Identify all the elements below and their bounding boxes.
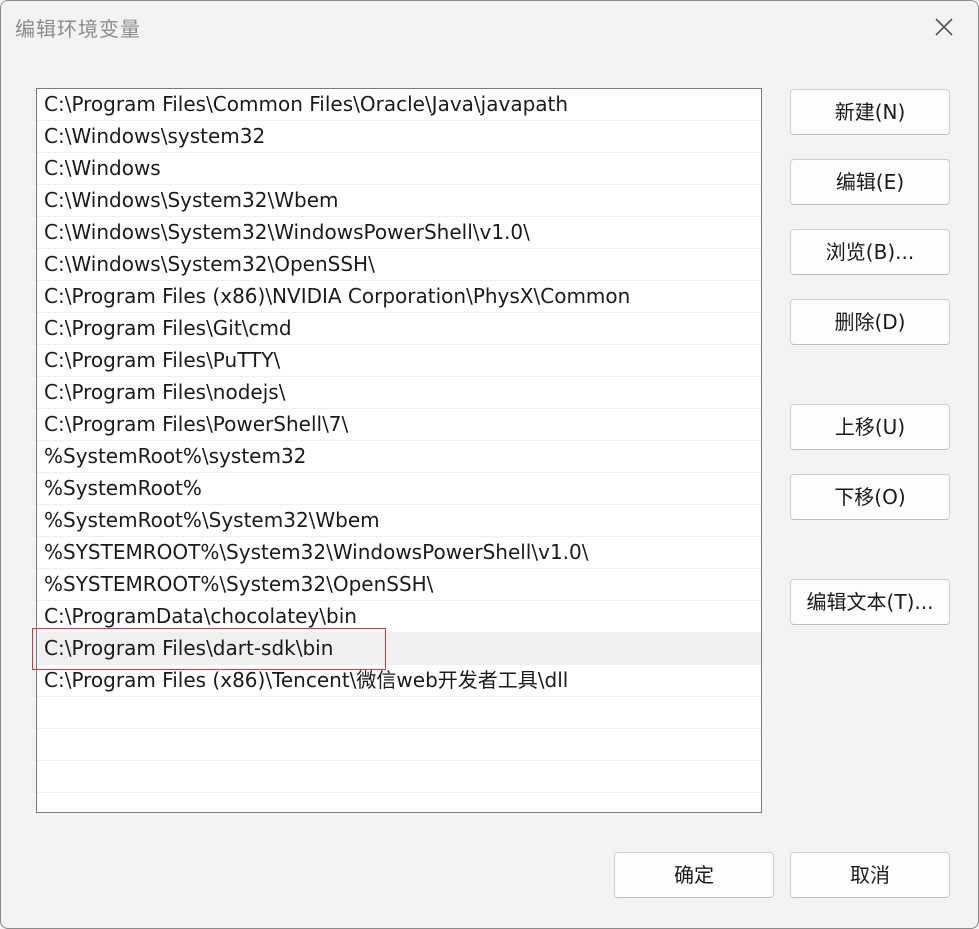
path-list-item[interactable]: C:\Program Files\dart-sdk\bin (37, 633, 761, 665)
close-button[interactable] (924, 10, 964, 44)
path-list-item[interactable]: C:\Windows\System32\WindowsPowerShell\v1… (37, 217, 761, 249)
path-list-item[interactable]: C:\Windows\system32 (37, 121, 761, 153)
path-list[interactable]: C:\Program Files\Common Files\Oracle\Jav… (36, 88, 762, 813)
edit-button[interactable]: 编辑(E) (790, 159, 950, 205)
path-list-item[interactable]: %SystemRoot% (37, 473, 761, 505)
path-list-item[interactable]: %SYSTEMROOT%\System32\OpenSSH\ (37, 569, 761, 601)
edit-env-variable-dialog: 编辑环境变量 C:\Program Files\Common Files\Ora… (0, 0, 979, 929)
path-list-item[interactable]: C:\Program Files\PowerShell\7\ (37, 409, 761, 441)
close-icon (935, 18, 953, 36)
cancel-button[interactable]: 取消 (790, 852, 950, 898)
dialog-title: 编辑环境变量 (15, 17, 141, 41)
path-list-empty-row[interactable] (37, 729, 761, 761)
browse-button[interactable]: 浏览(B)... (790, 229, 950, 275)
path-list-item[interactable]: C:\Windows\System32\OpenSSH\ (37, 249, 761, 281)
path-list-item[interactable]: C:\Program Files\nodejs\ (37, 377, 761, 409)
path-list-item[interactable]: C:\Program Files\Common Files\Oracle\Jav… (37, 89, 761, 121)
move-down-button[interactable]: 下移(O) (790, 474, 950, 520)
title-bar: 编辑环境变量 (1, 1, 978, 53)
path-list-item[interactable]: C:\Windows\System32\Wbem (37, 185, 761, 217)
move-up-button[interactable]: 上移(U) (790, 404, 950, 450)
path-list-item[interactable]: %SystemRoot%\System32\Wbem (37, 505, 761, 537)
path-list-empty-row[interactable] (37, 697, 761, 729)
new-button[interactable]: 新建(N) (790, 89, 950, 135)
path-list-item[interactable]: C:\Windows (37, 153, 761, 185)
path-list-item[interactable]: C:\Program Files\Git\cmd (37, 313, 761, 345)
edit-text-button[interactable]: 编辑文本(T)... (790, 579, 950, 625)
path-list-item[interactable]: C:\Program Files (x86)\NVIDIA Corporatio… (37, 281, 761, 313)
path-list-item[interactable]: C:\Program Files (x86)\Tencent\微信web开发者工… (37, 665, 761, 697)
path-list-item[interactable]: C:\Program Files\PuTTY\ (37, 345, 761, 377)
ok-button[interactable]: 确定 (614, 852, 774, 898)
delete-button[interactable]: 删除(D) (790, 299, 950, 345)
path-list-empty-row[interactable] (37, 761, 761, 793)
path-list-item[interactable]: %SYSTEMROOT%\System32\WindowsPowerShell\… (37, 537, 761, 569)
path-list-item[interactable]: C:\ProgramData\chocolatey\bin (37, 601, 761, 633)
path-list-item[interactable]: %SystemRoot%\system32 (37, 441, 761, 473)
